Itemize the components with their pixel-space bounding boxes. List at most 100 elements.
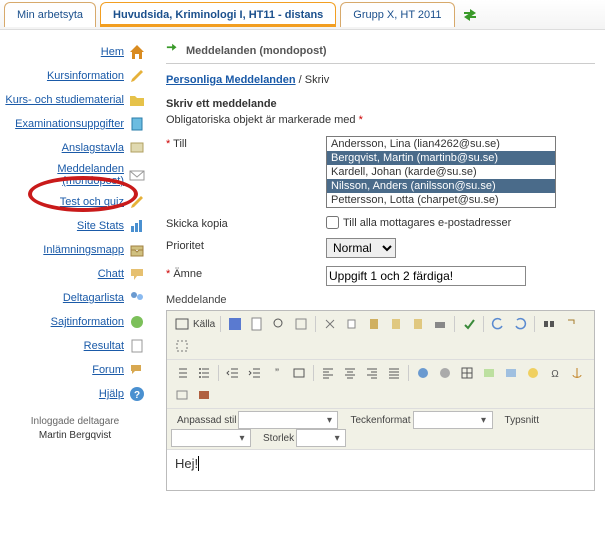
format-label: Teckenformat xyxy=(350,415,410,426)
main-content: Meddelanden (mondopost) Personliga Medde… xyxy=(150,30,605,491)
folder-icon xyxy=(128,91,146,109)
spellcheck-icon[interactable] xyxy=(459,314,479,334)
nav-kursinfo[interactable]: Kursinformation xyxy=(47,70,124,82)
bulletlist-icon[interactable] xyxy=(194,363,214,383)
paste-icon[interactable] xyxy=(364,314,384,334)
div-icon[interactable] xyxy=(289,363,309,383)
nav-inlamning[interactable]: Inlämningsmapp xyxy=(43,244,124,256)
paste-text-icon[interactable] xyxy=(386,314,406,334)
template-icon[interactable] xyxy=(291,314,311,334)
nav-meddelanden[interactable]: Meddelanden(mondopost) xyxy=(57,163,124,187)
cc-checkbox[interactable] xyxy=(326,216,339,229)
save-icon[interactable] xyxy=(225,314,245,334)
undo-icon[interactable] xyxy=(488,314,508,334)
pencil-icon xyxy=(128,67,146,85)
form-heading: Skriv ett meddelande xyxy=(166,98,595,110)
rich-editor: Källa xyxy=(166,310,595,491)
alignright-icon[interactable] xyxy=(362,363,382,383)
style-combo[interactable]: ▾ xyxy=(238,411,338,429)
svg-text:?: ? xyxy=(134,390,140,401)
recipient-item[interactable]: Bergqvist, Martin (martinb@su.se) xyxy=(327,151,555,165)
sidebar: Hem Kursinformation Kurs- och studiemate… xyxy=(0,30,150,491)
alignleft-icon[interactable] xyxy=(318,363,338,383)
table-icon[interactable] xyxy=(457,363,477,383)
chat-icon xyxy=(128,265,146,283)
cc-label: Skicka kopia xyxy=(166,216,326,230)
pencil-icon xyxy=(128,193,146,211)
embed-icon[interactable] xyxy=(172,385,192,405)
preview-icon[interactable] xyxy=(269,314,289,334)
aligncenter-icon[interactable] xyxy=(340,363,360,383)
link-icon[interactable] xyxy=(413,363,433,383)
special-icon[interactable]: Ω xyxy=(545,363,565,383)
users-icon xyxy=(128,289,146,307)
redo-icon[interactable] xyxy=(510,314,530,334)
image-icon[interactable] xyxy=(479,363,499,383)
recipients-list[interactable]: Andersson, Lina (lian4262@su.se) Bergqvi… xyxy=(326,136,556,208)
source-label: Källa xyxy=(193,319,215,330)
stats-icon xyxy=(128,217,146,235)
size-combo[interactable]: ▾ xyxy=(296,429,346,447)
recipient-item[interactable]: Pettersson, Lotta (charpet@su.se) xyxy=(327,193,555,207)
breadcrumb-link[interactable]: Personliga Meddelanden xyxy=(166,74,296,86)
selectall-icon[interactable] xyxy=(172,336,192,356)
font-combo[interactable]: ▾ xyxy=(171,429,251,447)
nav-hjalp[interactable]: Hjälp xyxy=(99,388,124,400)
nav-exam[interactable]: Examinationsuppgifter xyxy=(15,118,124,130)
cut-icon[interactable] xyxy=(320,314,340,334)
top-tabs: Min arbetsyta Huvudsida, Kriminologi I, … xyxy=(0,0,605,30)
recipient-item[interactable]: Andersson, Lina (lian4262@su.se) xyxy=(327,137,555,151)
copy-icon[interactable] xyxy=(342,314,362,334)
numlist-icon[interactable] xyxy=(172,363,192,383)
newpage-icon[interactable] xyxy=(247,314,267,334)
svg-text:”: ” xyxy=(275,366,279,380)
paste-word-icon[interactable] xyxy=(408,314,428,334)
font-label: Typsnitt xyxy=(505,415,539,426)
recipient-item[interactable]: Kardell, Johan (karde@su.se) xyxy=(327,165,555,179)
logged-in-title: Inloggade deltagare xyxy=(0,416,150,427)
justify-icon[interactable] xyxy=(384,363,404,383)
tab-group[interactable]: Grupp X, HT 2011 xyxy=(340,2,454,27)
nav-hem[interactable]: Hem xyxy=(101,46,124,58)
cc-checkbox-label[interactable]: Till alla mottagares e-postadresser xyxy=(326,216,511,229)
nav-quiz[interactable]: Test och quiz xyxy=(60,196,124,208)
indent-icon[interactable] xyxy=(245,363,265,383)
swap-icon[interactable] xyxy=(461,6,479,24)
nav-anslag[interactable]: Anslagstavla xyxy=(62,142,124,154)
anchor-icon[interactable] xyxy=(567,363,587,383)
nav-sajtinfo[interactable]: Sajtinformation xyxy=(51,316,124,328)
tab-workspace[interactable]: Min arbetsyta xyxy=(4,2,96,27)
editor-body[interactable]: Hej! xyxy=(167,450,594,490)
nav-chatt[interactable]: Chatt xyxy=(98,268,124,280)
replace-icon[interactable] xyxy=(561,314,581,334)
swap-small-icon[interactable] xyxy=(166,42,180,59)
subject-input[interactable] xyxy=(326,266,526,286)
smiley-icon[interactable] xyxy=(523,363,543,383)
nav-forum[interactable]: Forum xyxy=(92,364,124,376)
find-icon[interactable] xyxy=(539,314,559,334)
nav-resultat[interactable]: Resultat xyxy=(84,340,124,352)
board-icon xyxy=(128,139,146,157)
nav-kursmat[interactable]: Kurs- och studiematerial xyxy=(5,94,124,106)
forum-icon xyxy=(128,361,146,379)
format-combo[interactable]: ▾ xyxy=(413,411,493,429)
tab-course[interactable]: Huvudsida, Kriminologi I, HT11 - distans xyxy=(100,2,336,27)
nav-deltagarlista[interactable]: Deltagarlista xyxy=(63,292,124,304)
chevron-down-icon: ▾ xyxy=(236,433,248,444)
source-button[interactable] xyxy=(172,314,192,334)
blockquote-icon[interactable]: ” xyxy=(267,363,287,383)
movie-icon[interactable] xyxy=(501,363,521,383)
home-icon xyxy=(128,43,146,61)
mail-icon xyxy=(128,166,146,184)
print-icon[interactable] xyxy=(430,314,450,334)
help-icon: ? xyxy=(128,385,146,403)
unlink-icon[interactable] xyxy=(435,363,455,383)
priority-label: Prioritet xyxy=(166,238,326,252)
recipient-item[interactable]: Nilsson, Anders (anilsson@su.se) xyxy=(327,179,555,193)
page-title: Meddelanden (mondopost) xyxy=(166,42,595,64)
audio-icon[interactable] xyxy=(194,385,214,405)
nav-stats[interactable]: Site Stats xyxy=(77,220,124,232)
outdent-icon[interactable] xyxy=(223,363,243,383)
priority-select[interactable]: Normal xyxy=(326,238,396,258)
inbox-icon xyxy=(128,241,146,259)
